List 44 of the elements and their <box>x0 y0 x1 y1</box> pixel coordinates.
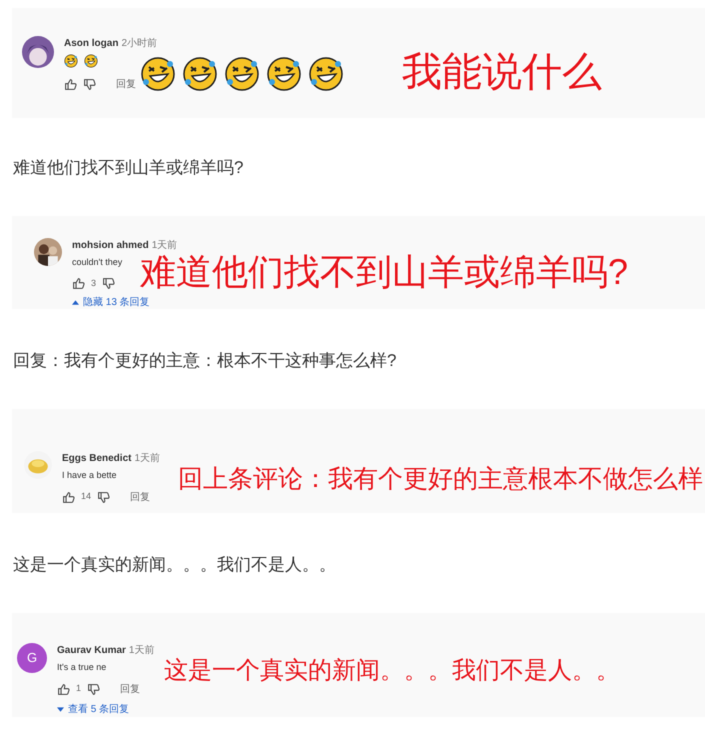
laughing-face-icon <box>224 56 260 92</box>
caret-up-icon <box>72 300 79 305</box>
thumbs-down-icon[interactable] <box>83 78 96 91</box>
caption-overlay: 这是一个真实的新闻。。。我们不是人。。 <box>164 659 620 683</box>
replies-toggle[interactable]: 查看 5 条回复 <box>57 702 154 716</box>
thumbs-down-icon[interactable] <box>87 682 100 696</box>
laughing-face-icon <box>140 56 176 92</box>
author-name[interactable]: Gaurav Kumar <box>57 643 126 658</box>
paragraph: 这是一个真实的新闻。。。我们不是人。。 <box>12 554 337 576</box>
avatar: G <box>17 643 47 673</box>
thumbs-down-icon[interactable] <box>97 490 110 504</box>
reply-button[interactable]: 回复 <box>120 682 140 696</box>
author-name[interactable]: Ason logan <box>64 36 118 51</box>
reply-button[interactable]: 回复 <box>116 77 136 92</box>
comment-text: couldn't they <box>72 256 124 269</box>
laughing-face-icon <box>84 54 98 68</box>
caret-down-icon <box>57 706 64 712</box>
comment-text: I have a bette <box>62 469 118 482</box>
laughing-face-icon <box>266 56 302 92</box>
timestamp: 2小时前 <box>121 36 158 51</box>
laughing-face-icon <box>182 56 218 92</box>
like-count: 3 <box>91 276 96 290</box>
paragraph: 回复：我有个更好的主意：根本不干这种事怎么样? <box>12 350 398 372</box>
timestamp: 1天前 <box>134 452 160 466</box>
replies-toggle[interactable]: 隐藏 13 条回复 <box>72 295 178 310</box>
timestamp: 1天前 <box>128 644 154 658</box>
author-name[interactable]: Eggs Benedict <box>62 451 132 466</box>
laughing-face-icon <box>64 54 78 68</box>
caption-overlay: 我能说什么 <box>402 52 602 92</box>
thumbs-up-icon[interactable] <box>64 78 77 91</box>
thumbs-up-icon[interactable] <box>72 276 85 290</box>
thumbs-down-icon[interactable] <box>102 276 116 290</box>
reply-button[interactable]: 回复 <box>130 490 150 504</box>
like-count: 1 <box>76 682 82 696</box>
comment-text: It's a true ne <box>57 661 108 674</box>
thumbs-up-icon[interactable] <box>62 490 75 504</box>
like-count: 14 <box>81 490 92 504</box>
caption-overlay: 回上条评论：我有个更好的主意根本不做怎么样 <box>178 467 703 492</box>
laughing-face-icon <box>308 56 344 92</box>
caption-overlay: 难道他们找不到山羊或绵羊吗? <box>140 254 628 290</box>
thumbs-up-icon[interactable] <box>57 682 70 696</box>
timestamp: 1天前 <box>152 239 178 253</box>
paragraph: 难道他们找不到山羊或绵羊吗? <box>12 157 244 179</box>
author-name[interactable]: mohsion ahmed <box>72 238 149 253</box>
